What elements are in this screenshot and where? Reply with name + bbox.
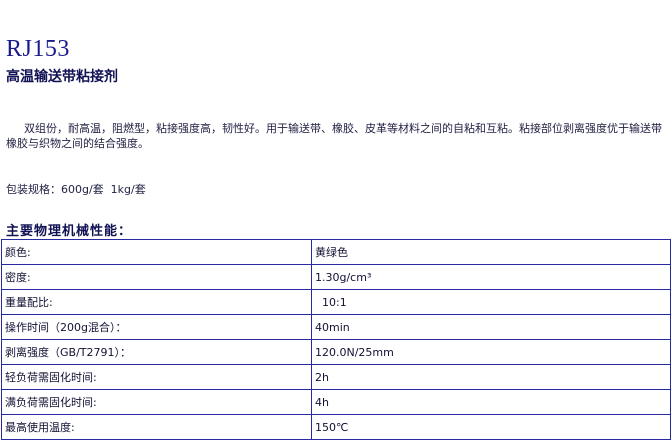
property-value: 4h xyxy=(311,389,671,415)
property-value: 10:1 xyxy=(311,289,671,315)
property-label: 最高使用温度: xyxy=(1,414,312,440)
property-label: 满负荷需固化时间: xyxy=(1,389,312,415)
properties-heading: 主要物理机械性能： xyxy=(6,224,133,239)
product-description: 双组份，耐高温，阻燃型，粘接强度高，韧性好。用于输送带、橡胶、皮革等材料之间的自… xyxy=(6,122,662,150)
property-value: 黄绿色 xyxy=(311,239,671,265)
property-value: 150℃ xyxy=(311,414,671,440)
property-value: 2h xyxy=(311,364,671,390)
properties-table: 颜色: 黄绿色 密度: 1.30g/cm³ 重量配比: 10:1 操作时间（20… xyxy=(1,239,671,440)
table-row: 密度: 1.30g/cm³ xyxy=(1,264,671,290)
product-name: 高温输送带粘接剂 xyxy=(6,69,118,85)
property-label: 操作时间（200g混合）： xyxy=(1,314,312,340)
table-row: 重量配比: 10:1 xyxy=(1,289,671,315)
table-row: 颜色: 黄绿色 xyxy=(1,239,671,265)
property-value: 40min xyxy=(311,314,671,340)
table-row: 满负荷需固化时间: 4h xyxy=(1,389,671,415)
product-code: RJ153 xyxy=(6,36,70,62)
property-value: 1.30g/cm³ xyxy=(311,264,671,290)
table-row: 操作时间（200g混合）： 40min xyxy=(1,314,671,340)
table-row: 剥离强度（GB/T2791）： 120.0N/25mm xyxy=(1,339,671,365)
property-label: 颜色: xyxy=(1,239,312,265)
property-label: 密度: xyxy=(1,264,312,290)
property-value: 120.0N/25mm xyxy=(311,339,671,365)
table-row: 轻负荷需固化时间: 2h xyxy=(1,364,671,390)
packaging-spec: 包装规格：600g/套 1kg/套 xyxy=(6,183,146,196)
property-label: 轻负荷需固化时间: xyxy=(1,364,312,390)
table-row: 最高使用温度: 150℃ xyxy=(1,414,671,440)
property-label: 剥离强度（GB/T2791）： xyxy=(1,339,312,365)
property-label: 重量配比: xyxy=(1,289,312,315)
